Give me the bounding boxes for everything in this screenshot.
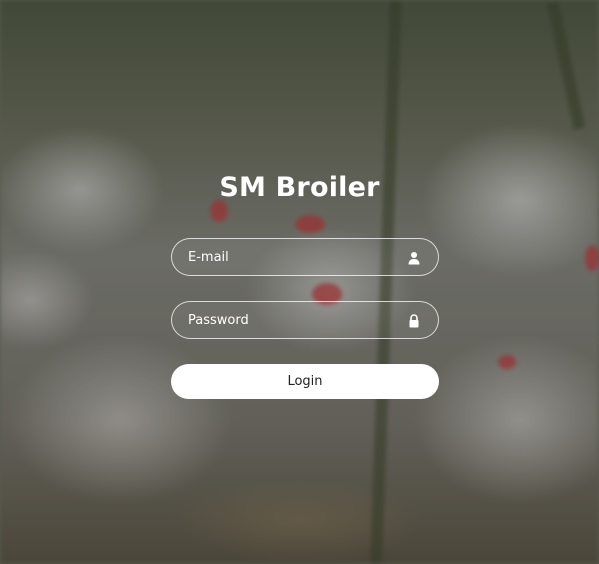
password-field-wrapper — [171, 301, 439, 339]
login-button[interactable]: Login — [171, 364, 439, 399]
email-field-wrapper — [171, 238, 439, 276]
user-icon — [407, 250, 421, 265]
app-title: SM Broiler — [219, 172, 380, 203]
lock-icon — [407, 313, 421, 328]
email-field[interactable] — [172, 239, 438, 275]
password-field[interactable] — [172, 302, 438, 338]
login-form: SM Broiler Login — [0, 0, 599, 564]
